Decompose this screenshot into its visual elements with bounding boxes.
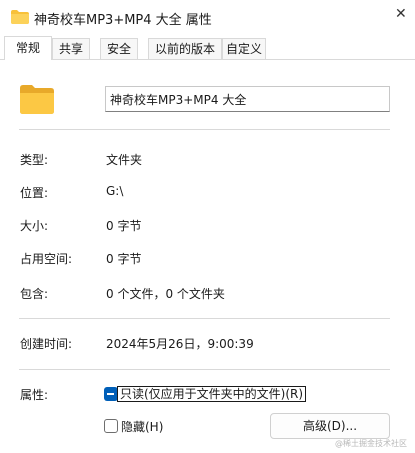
type-label: 类型: (20, 153, 49, 167)
size-value: 0 字节 (106, 219, 142, 233)
contains-value: 0 个文件，0 个文件夹 (106, 287, 225, 301)
tab-security[interactable]: 安全 (100, 38, 138, 59)
size-on-disk-label: 占用空间: (20, 252, 73, 266)
folder-icon (20, 85, 54, 114)
tab-sharing[interactable]: 共享 (52, 38, 90, 59)
tab-previous-versions[interactable]: 以前的版本 (148, 38, 222, 59)
size-on-disk-value: 0 字节 (106, 252, 142, 266)
location-value: G:\ (106, 184, 124, 198)
divider (19, 318, 390, 319)
location-label: 位置: (20, 186, 49, 200)
created-value: 2024年5月26日，9:00:39 (106, 337, 254, 351)
readonly-label[interactable]: 只读(仅应用于文件夹中的文件)(R) (117, 386, 307, 402)
readonly-checkbox[interactable] (104, 387, 118, 401)
hidden-checkbox[interactable] (104, 419, 118, 433)
contains-label: 包含: (20, 287, 49, 301)
close-icon: ✕ (395, 6, 407, 22)
hidden-label[interactable]: 隐藏(H) (121, 418, 163, 435)
size-label: 大小: (20, 219, 49, 233)
divider (19, 129, 390, 130)
folder-icon (11, 10, 29, 24)
watermark: @稀土掘金技术社区 (335, 439, 407, 448)
folder-name-input[interactable] (105, 86, 390, 112)
close-button[interactable]: ✕ (385, 0, 415, 30)
divider (19, 369, 390, 370)
tab-customize[interactable]: 自定义 (222, 38, 266, 59)
type-value: 文件夹 (106, 153, 143, 167)
attributes-label: 属性: (20, 388, 49, 402)
title-bar: 神奇校车MP3+MP4 大全 属性 ✕ (0, 0, 415, 36)
created-label: 创建时间: (20, 337, 73, 351)
tab-general[interactable]: 常规 (4, 36, 52, 60)
window-title: 神奇校车MP3+MP4 大全 属性 (34, 13, 212, 28)
advanced-button[interactable]: 高级(D)... (270, 413, 390, 439)
